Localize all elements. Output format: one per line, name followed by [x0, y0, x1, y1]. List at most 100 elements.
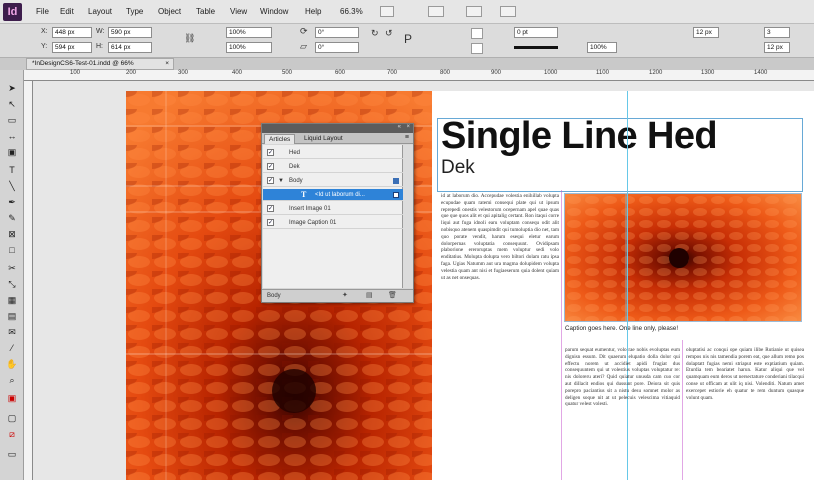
y-field[interactable]: 594 px: [52, 42, 92, 53]
article-row-hed[interactable]: ✓ Hed: [263, 147, 403, 159]
body-text-column-2[interactable]: parum sequat eumentur, volo rae nobis ev…: [565, 347, 680, 480]
tab-articles[interactable]: Articles: [264, 134, 296, 144]
stroke-weight-field[interactable]: 0 pt: [514, 27, 558, 38]
document-tab-title: *InDesignCS6-Test-01.indd @ 66%: [32, 60, 134, 67]
article-row-label: <Id ut laborum di...: [315, 192, 365, 198]
close-tab-icon[interactable]: ×: [165, 59, 169, 69]
selection-tool-icon[interactable]: ➤: [5, 82, 19, 94]
inset-flower-image[interactable]: [564, 193, 802, 322]
menu-window[interactable]: Window: [260, 7, 288, 16]
checkbox-icon[interactable]: ✓: [267, 177, 274, 184]
menu-edit[interactable]: Edit: [60, 7, 74, 16]
article-row-text-frame[interactable]: T <Id ut laborum di...: [263, 189, 403, 201]
disclosure-triangle-icon[interactable]: ▼: [278, 175, 284, 187]
horizontal-ruler[interactable]: 100 200 300 400 500 600 700 800 900 1000…: [24, 70, 814, 81]
fill-stroke-icon[interactable]: ▣: [5, 392, 19, 404]
note-tool-icon[interactable]: ✉: [5, 326, 19, 338]
content-collector-icon[interactable]: ▣: [5, 146, 19, 158]
document-tab[interactable]: *InDesignCS6-Test-01.indd @ 66% ×: [26, 58, 174, 70]
checkbox-icon[interactable]: ✓: [267, 163, 274, 170]
scale-y-field[interactable]: 100%: [226, 42, 272, 53]
pencil-tool-icon[interactable]: ✎: [5, 212, 19, 224]
zoom-tool-icon[interactable]: ⌕: [5, 374, 19, 386]
formatting-container-icon[interactable]: ▢: [5, 412, 19, 424]
arrange-documents-icon[interactable]: [500, 6, 516, 17]
checkbox-icon[interactable]: ✓: [267, 205, 274, 212]
panel-titlebar[interactable]: « ×: [262, 124, 413, 133]
opacity-field[interactable]: 100%: [587, 42, 617, 53]
scale-x-field[interactable]: 100%: [226, 27, 272, 38]
line-tool-icon[interactable]: ╲: [5, 180, 19, 192]
body-text-column-1[interactable]: id at laborum dio. Accepudae volestia en…: [441, 193, 559, 480]
article-row-dek[interactable]: ✓ Dek: [263, 161, 403, 173]
stroke-swatch-icon[interactable]: [471, 43, 483, 54]
checkbox-icon[interactable]: ✓: [267, 149, 274, 156]
delete-icon[interactable]: 🗑: [388, 290, 397, 302]
zoom-level[interactable]: 66.3%: [340, 7, 363, 16]
free-transform-tool-icon[interactable]: ⤡: [5, 278, 19, 290]
height-field[interactable]: 614 px: [108, 42, 152, 53]
menu-object[interactable]: Object: [158, 7, 181, 16]
ruler-label: 900: [491, 70, 502, 76]
offset-field-1[interactable]: 12 px: [693, 27, 719, 38]
screen-mode-tool-icon[interactable]: ▭: [5, 448, 19, 460]
ruler-label: 800: [440, 70, 451, 76]
screen-mode-icon[interactable]: [466, 6, 482, 17]
x-field[interactable]: 448 px: [52, 27, 92, 38]
stroke-style-icon[interactable]: [514, 46, 558, 49]
new-article-icon[interactable]: ▤: [366, 290, 373, 302]
x-label: X:: [41, 28, 48, 35]
apply-none-icon[interactable]: ⧄: [5, 428, 19, 440]
hand-tool-icon[interactable]: ✋: [5, 358, 19, 370]
checkbox-icon[interactable]: ✓: [267, 219, 274, 226]
rectangle-frame-tool-icon[interactable]: ⊠: [5, 228, 19, 240]
gradient-feather-tool-icon[interactable]: ▤: [5, 310, 19, 322]
menu-type[interactable]: Type: [126, 7, 143, 16]
tab-liquid-layout[interactable]: Liquid Layout: [300, 134, 347, 144]
page-tool-icon[interactable]: ▭: [5, 114, 19, 126]
menu-layout[interactable]: Layout: [88, 7, 112, 16]
menu-table[interactable]: Table: [196, 7, 215, 16]
vertical-ruler[interactable]: [24, 81, 33, 480]
eyedropper-tool-icon[interactable]: ⁄: [5, 342, 19, 354]
bridge-icon[interactable]: [380, 6, 394, 17]
text-frame-icon: T: [301, 190, 307, 199]
panel-collapse-icon[interactable]: «: [398, 124, 401, 130]
menu-view[interactable]: View: [230, 7, 247, 16]
add-selection-icon[interactable]: ✦: [342, 290, 348, 302]
articles-list: ✓ Hed ✓ Dek ✓ ▼ Body T <Id ut laborum di…: [263, 145, 403, 288]
rotate-field[interactable]: 0°: [315, 27, 359, 38]
rotate-ccw-icon[interactable]: ↺: [385, 28, 393, 39]
panel-footer: Body ✦ ▤ 🗑: [262, 289, 413, 302]
article-row-label: Insert Image 01: [289, 206, 331, 212]
direct-selection-tool-icon[interactable]: ↖: [5, 98, 19, 110]
article-row-insert-image[interactable]: ✓ Insert Image 01: [263, 203, 403, 215]
type-tool-icon[interactable]: T: [5, 164, 19, 176]
dek[interactable]: Dek: [441, 157, 475, 179]
pen-tool-icon[interactable]: ✒: [5, 196, 19, 208]
menu-file[interactable]: File: [36, 7, 49, 16]
offset-field-2[interactable]: 12 px: [764, 42, 790, 53]
width-field[interactable]: 590 px: [108, 27, 152, 38]
columns-field[interactable]: 3: [764, 27, 790, 38]
scissors-tool-icon[interactable]: ✂: [5, 262, 19, 274]
panel-close-icon[interactable]: ×: [406, 124, 410, 130]
panel-menu-icon[interactable]: ≡: [405, 134, 409, 141]
image-caption[interactable]: Caption goes here. One line only, please…: [565, 325, 678, 332]
rotate-cw-icon[interactable]: ↻: [371, 28, 379, 39]
gradient-tool-icon[interactable]: ▦: [5, 294, 19, 306]
headline[interactable]: Single Line Hed: [441, 115, 718, 158]
rectangle-tool-icon[interactable]: □: [5, 244, 19, 256]
constrain-proportions-icon[interactable]: ⛓: [184, 33, 195, 44]
type-on-path-icon[interactable]: P: [404, 32, 412, 46]
view-options-icon[interactable]: [428, 6, 444, 17]
menu-help[interactable]: Help: [305, 7, 321, 16]
article-row-body[interactable]: ✓ ▼ Body: [263, 175, 403, 187]
fill-swatch-icon[interactable]: [471, 28, 483, 39]
shear-field[interactable]: 0°: [315, 42, 359, 53]
article-row-image-caption[interactable]: ✓ Image Caption 01: [263, 217, 403, 229]
articles-panel[interactable]: « × Articles Liquid Layout ≡ ✓ Hed ✓ Dek…: [261, 123, 414, 303]
body-text-column-3[interactable]: oluptatisi ac conqui ope quiam ilibe Rut…: [686, 347, 804, 480]
gap-tool-icon[interactable]: ↔: [5, 130, 19, 142]
panel-scrollbar[interactable]: [403, 145, 413, 288]
